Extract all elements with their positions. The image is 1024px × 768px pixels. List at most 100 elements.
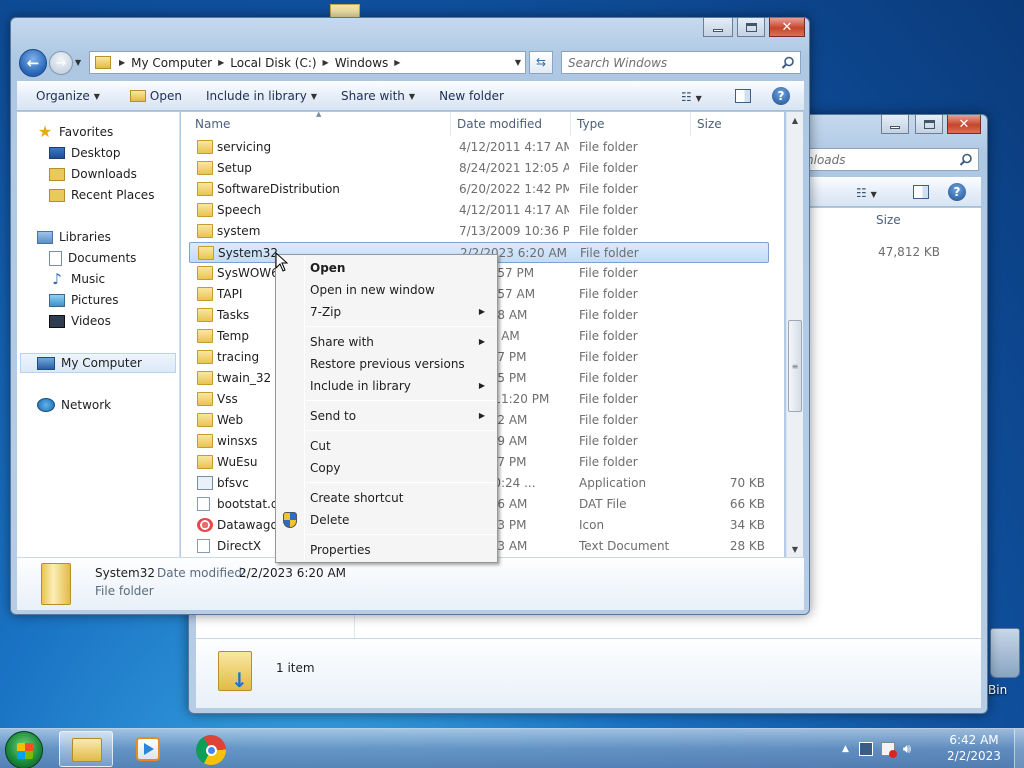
scroll-thumb[interactable]: ≡ xyxy=(788,320,802,412)
table-row[interactable]: SoftwareDistribution 6/20/2022 1:42 PM Fil… xyxy=(189,179,769,200)
menu-item-share-with[interactable]: Share with ▶ xyxy=(278,331,495,353)
organize-menu[interactable]: Organize ▼ xyxy=(27,89,109,103)
column-header-size[interactable]: Size xyxy=(691,112,784,136)
play-icon xyxy=(144,743,154,755)
cell-size xyxy=(689,137,765,158)
menu-item-cut[interactable]: Cut xyxy=(278,435,495,457)
show-hidden-icons-arrow[interactable]: ▲ xyxy=(842,744,849,754)
address-dropdown-icon[interactable]: ▼ xyxy=(515,58,521,67)
cell-type: File folder xyxy=(579,182,638,196)
preview-pane-icon[interactable] xyxy=(913,185,929,199)
taskbar-chrome-button[interactable] xyxy=(184,731,238,767)
recent-pages-dropdown[interactable]: ▼ xyxy=(75,58,81,67)
uac-shield-icon xyxy=(283,512,297,528)
desktop-bin-icon[interactable] xyxy=(990,628,1020,678)
table-row[interactable]: Speech 4/12/2011 4:17 AM File folder xyxy=(189,200,769,221)
nav-network[interactable]: Network xyxy=(37,395,111,415)
network-tray-icon[interactable] xyxy=(858,742,873,756)
cell-size: 28 KB xyxy=(729,539,765,553)
menu-item-copy[interactable]: Copy xyxy=(278,457,495,479)
share-with-menu[interactable]: Share with ▼ xyxy=(332,89,424,103)
nav-favorites[interactable]: ★ Favorites xyxy=(37,122,113,142)
help-icon[interactable]: ? xyxy=(772,87,790,105)
search-icon xyxy=(781,56,794,69)
start-button[interactable] xyxy=(5,731,43,768)
cell-size xyxy=(690,243,766,264)
cell-size xyxy=(689,347,765,368)
menu-item-include-in-library[interactable]: Include in library ▶ xyxy=(278,375,495,397)
nav-desktop[interactable]: Desktop xyxy=(49,143,121,163)
nav-downloads[interactable]: Downloads xyxy=(49,164,137,184)
cell-type: Icon xyxy=(579,518,605,532)
system-tray: ▲ 🔊︎ xyxy=(842,729,911,768)
table-row[interactable]: Setup 8/24/2021 12:05 AM File folder xyxy=(189,158,769,179)
table-row[interactable]: system 7/13/2009 10:36 PM File folder xyxy=(189,221,769,242)
search-input[interactable]: Search Windows xyxy=(562,56,781,70)
nav-music[interactable]: ♪ Music xyxy=(49,269,105,289)
back-item-count: 1 item xyxy=(276,661,315,675)
minimize-button[interactable] xyxy=(703,18,733,37)
search-box[interactable]: Search Windows xyxy=(561,51,801,74)
back-search-box[interactable]: nloads xyxy=(799,148,979,171)
back-button[interactable]: ← xyxy=(19,49,47,77)
context-menu: Open Open in new window 7-Zip ▶ Share wit… xyxy=(275,254,498,563)
refresh-button[interactable]: ⇆ xyxy=(529,51,553,74)
back-search-input[interactable]: nloads xyxy=(800,153,959,167)
nav-favorites-label: Favorites xyxy=(59,125,114,139)
menu-item-open[interactable]: Open xyxy=(278,257,495,279)
table-row[interactable]: servicing 4/12/2011 4:17 AM File folder xyxy=(189,137,769,158)
clock[interactable]: 6:42 AM 2/2/2023 xyxy=(936,732,1012,764)
music-icon: ♪ xyxy=(52,270,62,288)
maximize-button[interactable] xyxy=(737,18,765,37)
forward-button[interactable]: → xyxy=(49,51,73,75)
column-header-type[interactable]: Type xyxy=(571,112,691,136)
back-close-button[interactable]: ✕ xyxy=(947,115,981,134)
nav-documents[interactable]: Documents xyxy=(49,248,136,268)
nav-videos[interactable]: Videos xyxy=(49,311,111,331)
close-button[interactable]: ✕ xyxy=(769,18,805,37)
details-pane: System32 Date modified: 2/2/2023 6:20 AM… xyxy=(17,557,804,610)
breadcrumb-separator-icon[interactable]: ▶ xyxy=(394,58,400,67)
new-folder-button[interactable]: New folder xyxy=(430,89,513,103)
nav-my-computer[interactable]: My Computer xyxy=(20,353,176,373)
menu-separator xyxy=(306,482,495,483)
action-center-flag-icon[interactable] xyxy=(880,742,897,758)
scroll-up-arrow-icon[interactable]: ▲ xyxy=(787,112,803,128)
menu-item-properties[interactable]: Properties xyxy=(278,539,495,561)
menu-item-send-to[interactable]: Send to ▶ xyxy=(278,405,495,427)
taskbar-explorer-button[interactable] xyxy=(59,731,113,767)
menu-item-restore-previous[interactable]: Restore previous versions xyxy=(278,353,495,375)
breadcrumb-my-computer[interactable]: My Computer xyxy=(125,56,218,70)
text-document-icon xyxy=(197,539,210,553)
menu-item-7zip[interactable]: 7-Zip ▶ xyxy=(278,301,495,323)
column-header-name[interactable]: Name xyxy=(189,112,451,136)
back-minimize-button[interactable] xyxy=(881,115,909,134)
nav-libraries[interactable]: Libraries xyxy=(37,227,111,247)
menu-item-delete[interactable]: Delete xyxy=(278,509,495,531)
volume-icon[interactable]: 🔊︎ xyxy=(903,742,911,757)
submenu-arrow-icon: ▶ xyxy=(478,381,485,390)
nav-desktop-label: Desktop xyxy=(71,146,121,160)
show-desktop-button[interactable] xyxy=(1014,729,1024,768)
details-date-label: Date modified: xyxy=(157,566,247,580)
breadcrumb-local-disk[interactable]: Local Disk (C:) xyxy=(224,56,322,70)
back-column-size[interactable]: Size xyxy=(870,208,980,232)
taskbar-media-player-button[interactable] xyxy=(122,731,176,767)
column-header-date[interactable]: Date modified xyxy=(451,112,571,136)
view-options-icon[interactable]: ☷ ▼ xyxy=(856,186,877,200)
preview-pane-icon[interactable] xyxy=(735,89,751,103)
menu-item-create-shortcut[interactable]: Create shortcut xyxy=(278,487,495,509)
nav-recent-places[interactable]: Recent Places xyxy=(49,185,154,205)
include-in-library-menu[interactable]: Include in library ▼ xyxy=(197,89,326,103)
view-options-icon[interactable]: ☷ ▼ xyxy=(681,90,702,104)
vertical-scrollbar[interactable]: ▲ ≡ ▼ xyxy=(786,112,803,557)
nav-pictures[interactable]: Pictures xyxy=(49,290,119,310)
address-bar[interactable]: ▶ My Computer ▶ Local Disk (C:) ▶ Window… xyxy=(89,51,526,74)
scroll-down-arrow-icon[interactable]: ▼ xyxy=(787,541,803,557)
menu-item-open-new-window[interactable]: Open in new window xyxy=(278,279,495,301)
breadcrumb-windows[interactable]: Windows xyxy=(329,56,395,70)
back-maximize-button[interactable] xyxy=(915,115,943,134)
help-icon[interactable]: ? xyxy=(948,183,966,201)
folder-icon xyxy=(197,434,213,448)
open-button[interactable]: Open xyxy=(121,89,191,103)
